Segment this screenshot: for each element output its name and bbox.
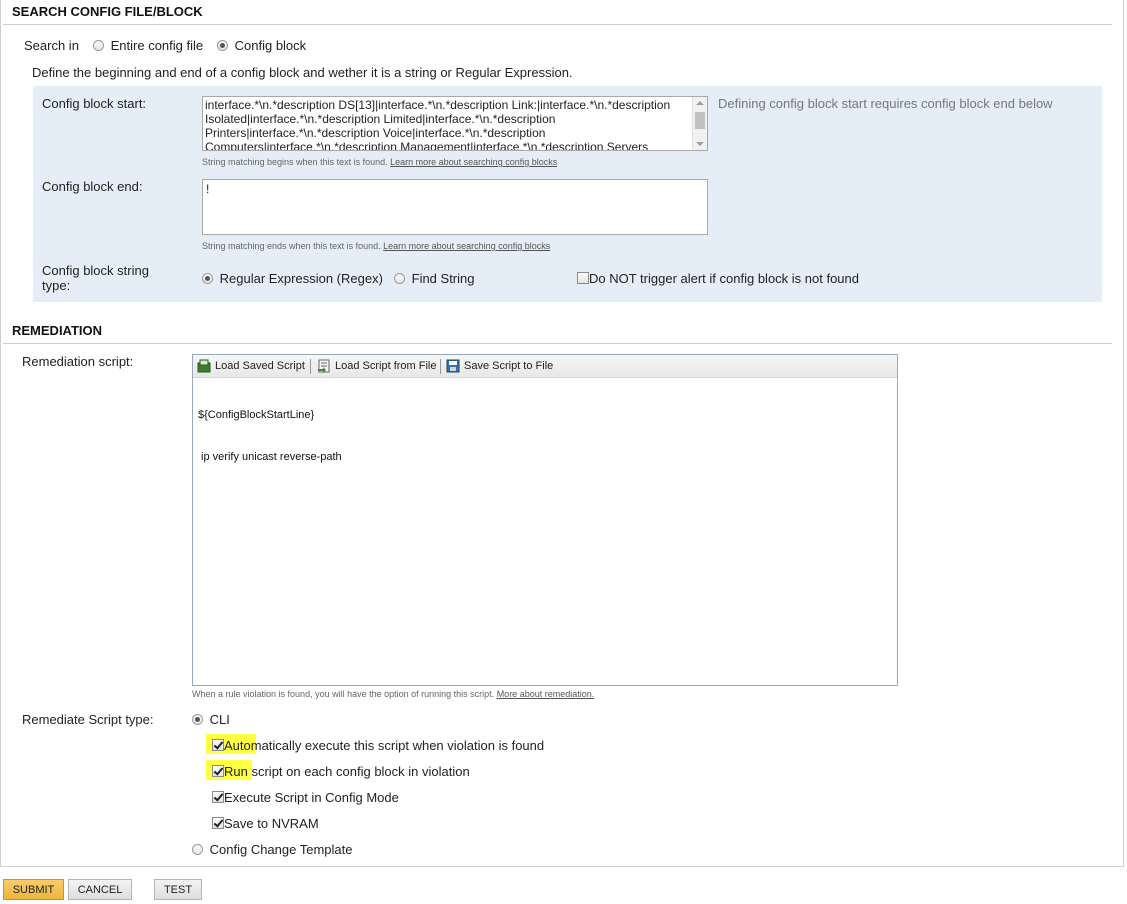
find-string-label: Find String [411, 271, 475, 286]
block-start-line: interface.*\n.*description DS[13]|interf… [205, 98, 671, 112]
scroll-down-arrow-icon[interactable] [696, 142, 704, 146]
block-end-text: ! [206, 182, 210, 196]
test-button[interactable]: TEST [154, 879, 202, 900]
config-block-radio[interactable] [217, 40, 228, 51]
string-type-label-line: Config block string [42, 263, 149, 278]
run-each-block-option[interactable]: Run script on each config block in viola… [212, 764, 470, 779]
remediation-section-title: REMEDIATION [12, 323, 103, 338]
no-trigger-option[interactable]: Do NOT trigger alert if config block is … [577, 271, 859, 286]
block-end-label: Config block end: [42, 179, 143, 194]
toolbar-separator [440, 359, 441, 374]
config-mode-label: Execute Script in Config Mode [224, 790, 399, 805]
auto-execute-label: atically execute this script when violat… [261, 738, 545, 753]
submit-button[interactable]: SUBMIT [3, 879, 64, 900]
template-option[interactable]: Config Change Template [192, 842, 352, 857]
find-string-option[interactable]: Find String [394, 271, 475, 286]
block-start-textarea[interactable]: interface.*\n.*description DS[13]|interf… [202, 96, 708, 151]
load-file-icon [318, 359, 330, 373]
block-end-hint: String matching ends when this text is f… [202, 241, 550, 251]
regex-radio[interactable] [202, 273, 213, 284]
block-start-line: Computers|interface.*\n.*description Man… [205, 140, 649, 151]
cli-label: CLI [209, 712, 230, 727]
regex-label: Regular Expression (Regex) [219, 271, 383, 286]
run-each-block-checkbox[interactable] [212, 765, 224, 777]
cli-radio[interactable] [192, 714, 203, 725]
run-each-label-hl: Run [224, 764, 248, 779]
load-script-file-button[interactable]: Load Script from File [317, 359, 436, 373]
script-line: ${ConfigBlockStartLine} [198, 409, 315, 421]
save-disk-icon [446, 359, 460, 373]
config-block-label: Config block [234, 38, 307, 53]
block-description: Define the beginning and end of a config… [32, 65, 573, 80]
save-nvram-label: Save to NVRAM [224, 816, 319, 831]
block-start-line: Printers|interface.*\n.*description Voic… [205, 126, 546, 140]
block-start-hint-text: String matching begins when this text is… [202, 157, 388, 167]
string-type-label-line: type: [42, 278, 71, 293]
search-section-title: SEARCH CONFIG FILE/BLOCK [12, 4, 203, 19]
toolbar-separator [310, 359, 311, 374]
template-radio[interactable] [192, 844, 203, 855]
cancel-button[interactable]: CANCEL [68, 879, 132, 900]
block-start-label: Config block start: [42, 96, 147, 111]
run-each-label: script on each config block in violation [247, 764, 470, 779]
auto-execute-option[interactable]: Automatically execute this script when v… [212, 738, 544, 753]
block-start-scrollbar[interactable] [692, 97, 707, 150]
block-start-text: interface.*\n.*description DS[13]|interf… [205, 98, 691, 151]
entire-config-radio[interactable] [93, 40, 104, 51]
block-start-note: Defining config block start requires con… [718, 96, 1053, 111]
search-section-divider [3, 24, 1112, 25]
block-end-textarea[interactable]: ! [202, 179, 708, 235]
search-in-label: Search in [24, 38, 79, 53]
config-mode-option[interactable]: Execute Script in Config Mode [212, 790, 399, 805]
remediation-script-label: Remediation script: [22, 354, 134, 369]
entire-config-label: Entire config file [110, 38, 204, 53]
entire-config-option[interactable]: Entire config file [93, 38, 203, 53]
string-type-label: Config block string type: [42, 263, 149, 293]
script-line: ip verify unicast reverse-path [198, 451, 342, 463]
no-trigger-label: Do NOT trigger alert if config block is … [589, 271, 859, 286]
save-script-file-button[interactable]: Save Script to File [446, 359, 553, 373]
block-start-hint: String matching begins when this text is… [202, 157, 557, 167]
more-about-remediation-link[interactable]: More about remediation. [497, 689, 595, 699]
load-saved-script-button[interactable]: Load Saved Script [197, 359, 305, 373]
block-end-hint-text: String matching ends when this text is f… [202, 241, 381, 251]
cli-option[interactable]: CLI [192, 712, 230, 727]
remediate-type-label: Remediate Script type: [22, 712, 154, 727]
no-trigger-checkbox[interactable] [577, 272, 589, 284]
template-label: Config Change Template [209, 842, 353, 857]
block-start-learn-more-link[interactable]: Learn more about searching config blocks [390, 157, 557, 167]
save-file-label: Save Script to File [464, 360, 554, 372]
load-file-label: Load Script from File [335, 360, 437, 372]
auto-execute-label-hl: Autom [224, 738, 262, 753]
remediation-section-divider [3, 343, 1112, 344]
remediation-script-editor[interactable]: Load Saved Script Load Script from File … [192, 354, 898, 686]
config-block-option[interactable]: Config block [217, 38, 306, 53]
editor-toolbar: Load Saved Script Load Script from File … [193, 355, 897, 378]
config-mode-checkbox[interactable] [212, 791, 224, 803]
scroll-thumb[interactable] [695, 112, 705, 129]
auto-execute-checkbox[interactable] [212, 739, 224, 751]
remediation-hint: When a rule violation is found, you will… [192, 689, 594, 699]
scroll-up-arrow-icon[interactable] [696, 101, 704, 105]
find-string-radio[interactable] [394, 273, 405, 284]
regex-option[interactable]: Regular Expression (Regex) [202, 271, 383, 286]
block-end-learn-more-link[interactable]: Learn more about searching config blocks [383, 241, 550, 251]
remediation-hint-text: When a rule violation is found, you will… [192, 689, 495, 699]
load-saved-label: Load Saved Script [215, 360, 305, 372]
load-saved-icon [197, 359, 211, 373]
save-nvram-option[interactable]: Save to NVRAM [212, 816, 319, 831]
save-nvram-checkbox[interactable] [212, 817, 224, 829]
block-start-line: Isolated|interface.*\n.*description Limi… [205, 112, 556, 126]
editor-content[interactable]: ${ConfigBlockStartLine} ip verify unicas… [198, 380, 342, 492]
